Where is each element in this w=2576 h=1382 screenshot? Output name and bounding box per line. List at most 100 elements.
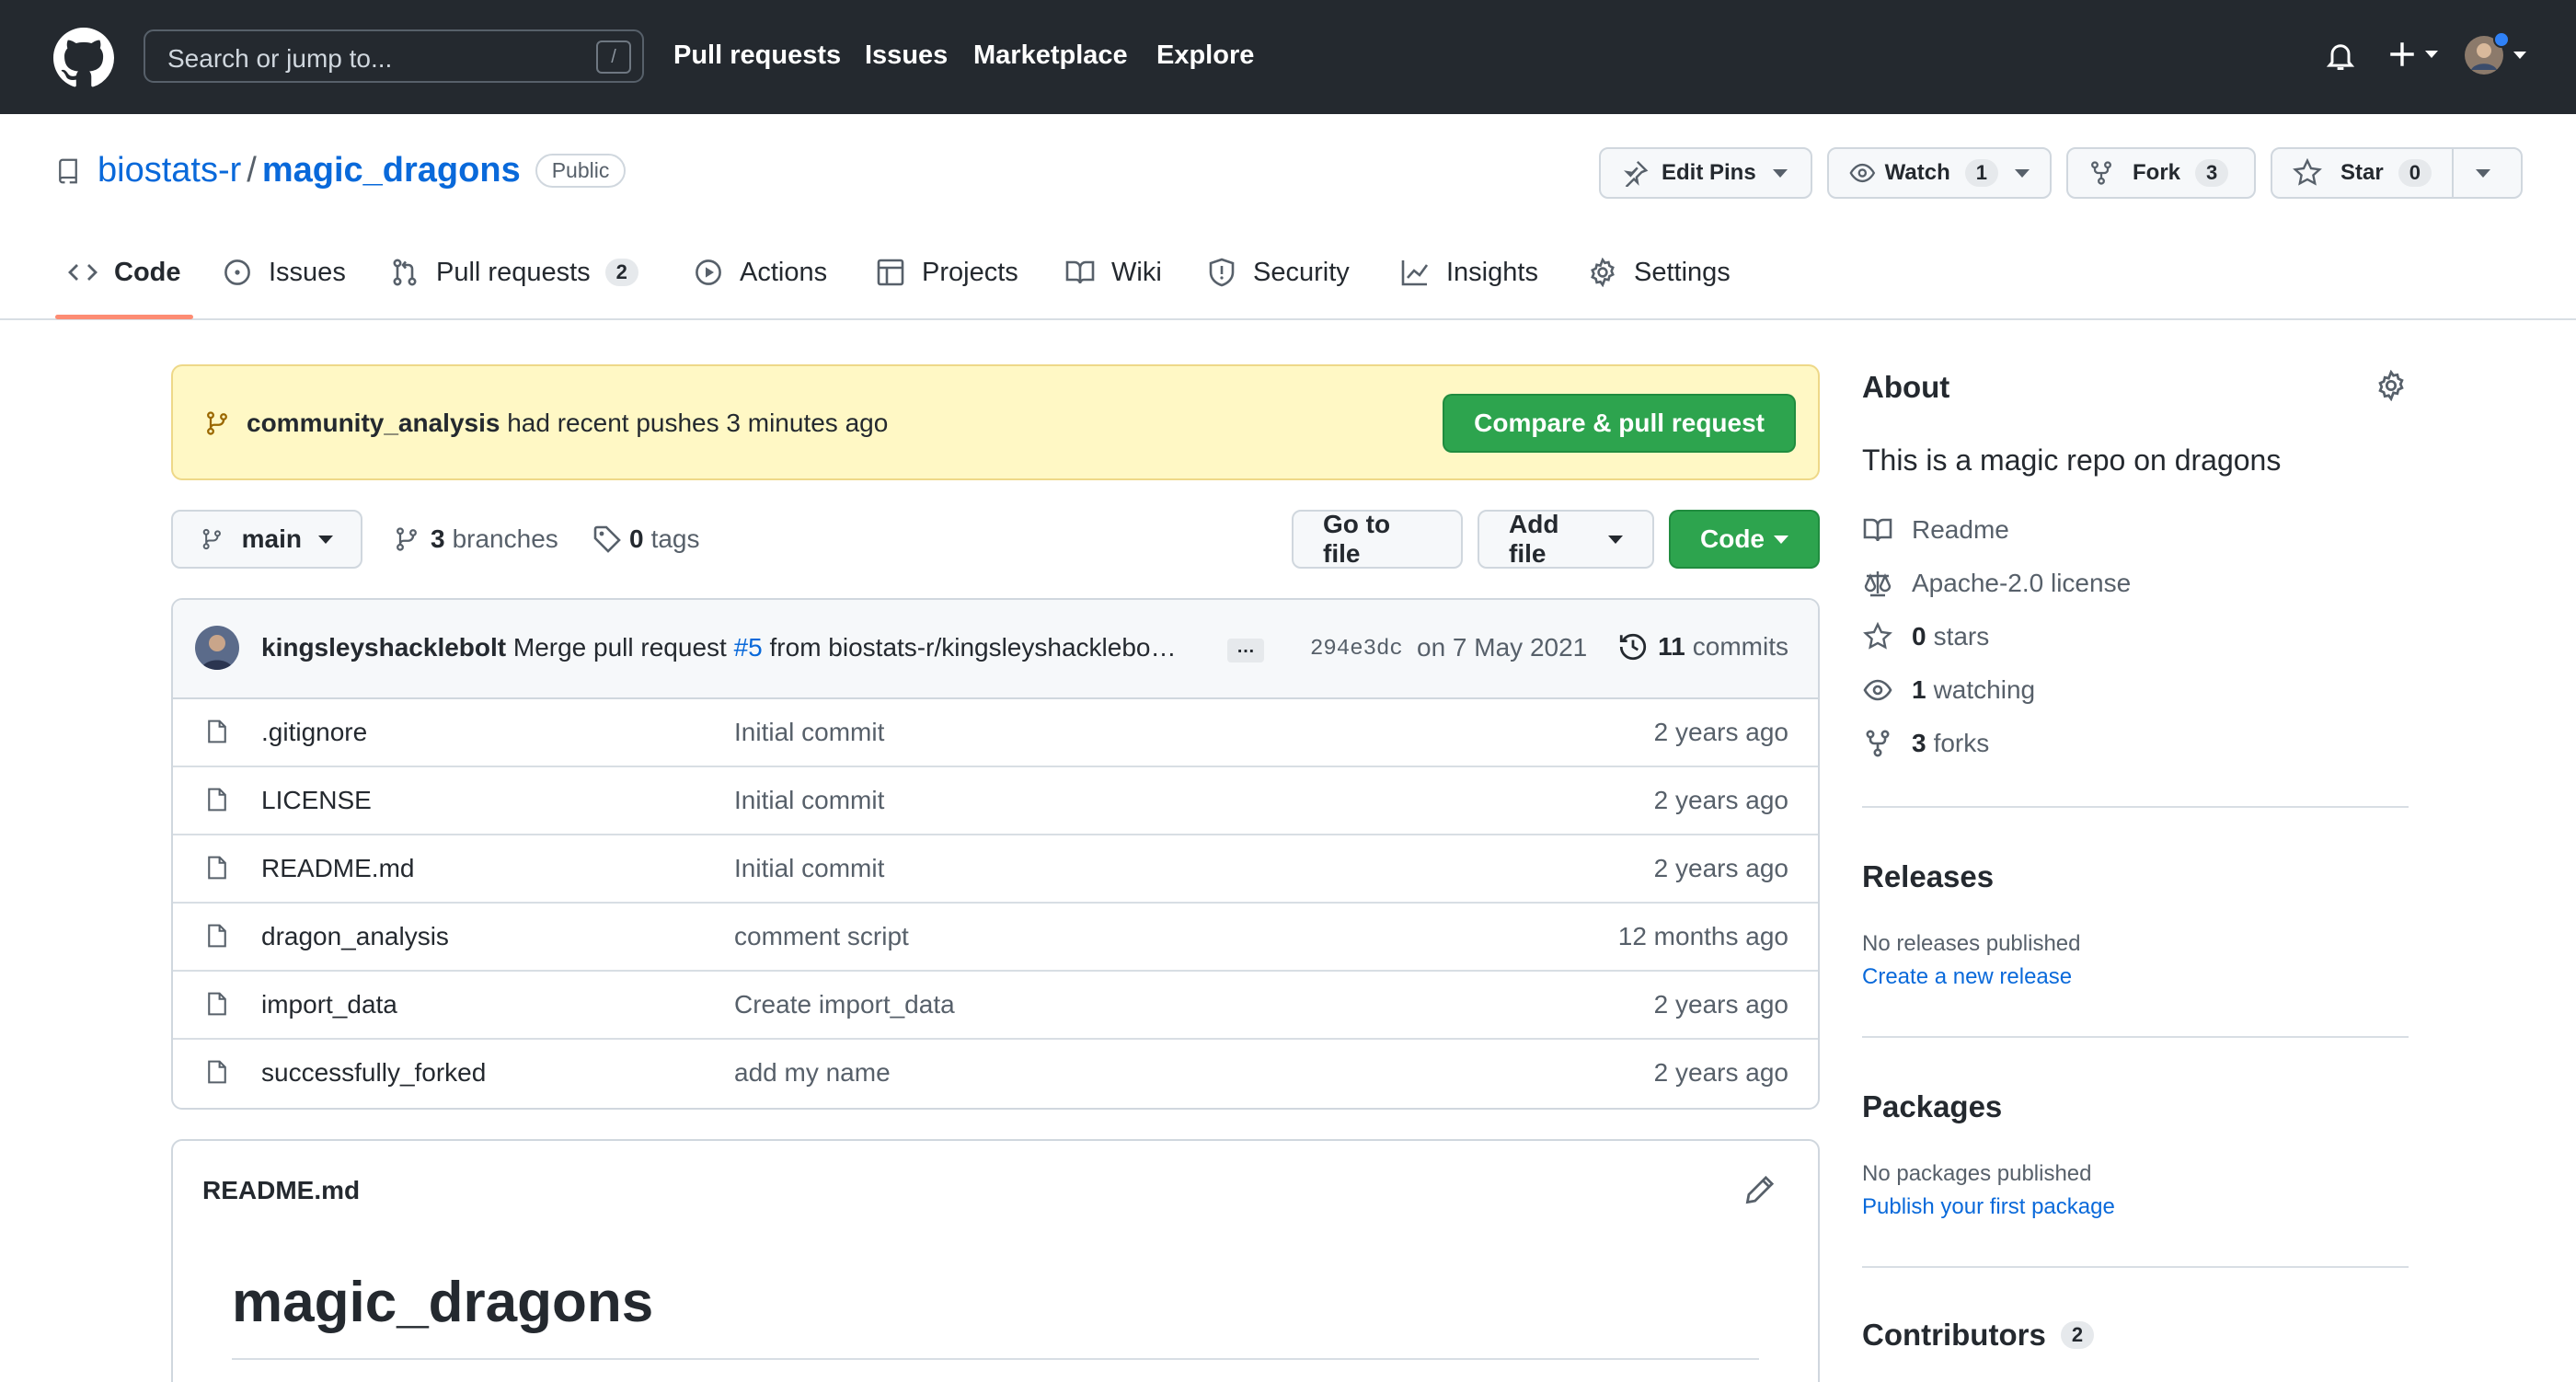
branch-selector-label: main [241,524,302,553]
chevron-down-icon [2015,168,2030,178]
file-commit-message[interactable]: Initial commit [734,718,884,747]
tab-settings[interactable]: Settings [1588,247,1731,298]
nav-pull-requests[interactable]: Pull requests [673,40,841,71]
repo-name-link[interactable]: magic_dragons [262,151,521,190]
watch-button[interactable]: Watch 1 [1827,147,2052,199]
commit-author-avatar[interactable] [195,626,239,670]
file-icon [208,856,226,880]
file-row[interactable]: .gitignore Initial commit 2 years ago [173,699,1818,767]
forks-link[interactable]: 3 forks [1862,729,1989,758]
nav-marketplace[interactable]: Marketplace [973,40,1128,71]
go-to-file-button[interactable]: Go to file [1292,510,1463,569]
file-name[interactable]: README.md [261,854,414,883]
tab-wiki[interactable]: Wiki [1065,247,1162,298]
tab-pull-requests[interactable]: Pull requests 2 [390,247,638,298]
releases-heading[interactable]: Releases [1862,859,1994,894]
commit-author[interactable]: kingsleyshacklebolt [261,633,506,662]
file-commit-message[interactable]: add my name [734,1058,891,1088]
license-link[interactable]: Apache-2.0 license [1862,569,2131,598]
tab-projects[interactable]: Projects [876,247,1018,298]
file-commit-message[interactable]: Create import_data [734,990,955,1019]
compare-pull-request-button[interactable]: Compare & pull request [1443,394,1796,453]
branches-label: branches [452,524,558,553]
nav-explore[interactable]: Explore [1156,40,1254,71]
file-name[interactable]: import_data [261,990,397,1019]
tab-issues[interactable]: Issues [223,247,346,298]
chevron-down-icon [1608,535,1623,544]
commit-message-suffix[interactable]: from biostats-r/kingsleyshacklebo… [770,633,1177,662]
tab-insights[interactable]: Insights [1400,247,1538,298]
pushed-branch-name[interactable]: community_analysis [247,409,500,437]
fork-icon [2091,161,2111,185]
commit-message-prefix[interactable]: Merge pull request [513,633,727,662]
nav-issues[interactable]: Issues [865,40,948,71]
file-name[interactable]: dragon_analysis [261,922,449,951]
readme-filename[interactable]: README.md [202,1176,360,1205]
file-row[interactable]: README.md Initial commit 2 years ago [173,835,1818,904]
edit-pins-button[interactable]: Edit Pins [1599,147,1812,199]
user-menu[interactable] [2464,31,2526,75]
stars-count: 0 [1912,622,1926,651]
file-row[interactable]: dragon_analysis comment script 12 months… [173,904,1818,972]
sidebar-divider [1862,806,2409,808]
tags-label: tags [650,524,700,553]
add-file-button[interactable]: Add file [1478,510,1654,569]
packages-heading[interactable]: Packages [1862,1089,2002,1124]
branches-link[interactable]: 3 branches [394,524,558,554]
file-age: 2 years ago [1653,718,1788,746]
contributors-heading: Contributors [1862,1318,2046,1352]
search-input[interactable]: Search or jump to... / [144,29,644,83]
bell-icon[interactable] [2324,39,2357,74]
file-browser: kingsleyshacklebolt Merge pull request #… [171,598,1820,1110]
star-list-dropdown[interactable] [2454,149,2513,197]
create-release-link[interactable]: Create a new release [1862,964,2072,990]
file-row[interactable]: LICENSE Initial commit 2 years ago [173,767,1818,835]
gear-icon[interactable] [2375,370,2407,401]
file-row[interactable]: successfully_forked add my name 2 years … [173,1040,1818,1108]
readme-link[interactable]: Readme [1862,515,2009,545]
star-button-group: Star 0 [2271,147,2523,199]
file-commit-message[interactable]: Initial commit [734,786,884,815]
pencil-icon[interactable] [1744,1174,1776,1205]
file-commit-message[interactable]: Initial commit [734,854,884,883]
contributors-heading-group[interactable]: Contributors 2 [1862,1318,2095,1353]
chevron-down-icon [1774,535,1788,544]
branch-selector[interactable]: main [171,510,362,569]
code-dropdown-button[interactable]: Code [1669,510,1820,569]
tab-actions[interactable]: Actions [694,247,827,298]
expand-commit-message-button[interactable]: … [1227,638,1264,662]
repo-description: This is a magic repo on dragons [1862,443,2282,477]
chevron-down-icon [318,535,333,544]
commits-history-link[interactable]: 11 commits [1617,631,1788,662]
repo-title-separator: / [247,151,257,190]
publish-package-link[interactable]: Publish your first package [1862,1194,2115,1220]
file-name[interactable]: LICENSE [261,786,372,815]
github-logo-icon[interactable] [53,28,114,88]
fork-button[interactable]: Fork 3 [2066,147,2256,199]
avatar [2464,31,2510,75]
file-name[interactable]: successfully_forked [261,1058,486,1088]
repo-owner-link[interactable]: biostats-r [98,151,241,190]
chevron-down-icon [2425,51,2438,58]
code-icon [68,264,98,281]
tab-projects-label: Projects [922,257,1018,287]
file-row[interactable]: import_data Create import_data 2 years a… [173,972,1818,1040]
star-button[interactable]: Star 0 [2272,149,2454,197]
tab-code[interactable]: Code [68,247,181,298]
file-age: 2 years ago [1653,990,1788,1019]
history-icon [1620,633,1647,661]
packages-empty-text: No packages published [1862,1161,2092,1186]
license-link-label: Apache-2.0 license [1912,569,2132,597]
file-commit-message[interactable]: comment script [734,922,909,951]
stars-label: stars [1933,622,1990,651]
file-name[interactable]: .gitignore [261,718,367,747]
tags-link[interactable]: 0 tags [592,524,700,554]
create-new-menu[interactable] [2386,39,2438,70]
chevron-down-icon [2513,52,2526,59]
stars-link[interactable]: 0 stars [1862,622,1989,651]
forks-count: 3 [1912,729,1926,757]
commit-sha[interactable]: 294e3dc [1310,637,1403,662]
watching-link[interactable]: 1 watching [1862,675,2035,705]
tab-security[interactable]: Security [1207,247,1350,298]
commit-pr-link[interactable]: #5 [734,633,763,662]
